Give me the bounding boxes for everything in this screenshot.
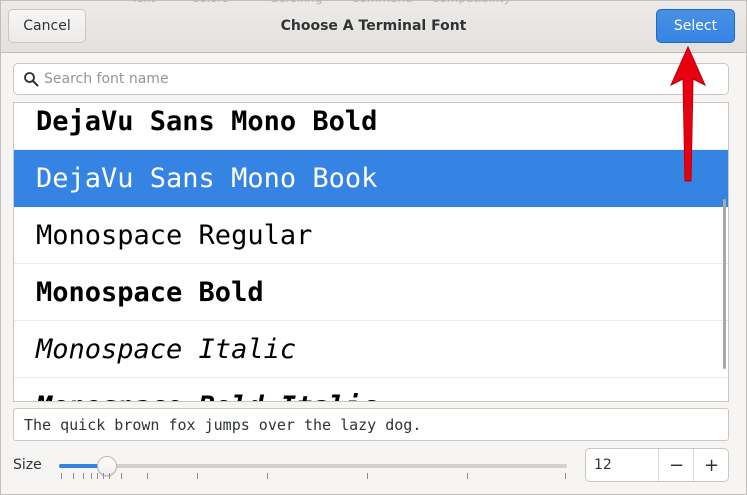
- slider-tick-mark: [565, 473, 566, 479]
- size-label: Size: [13, 457, 42, 473]
- slider-tick-mark: [91, 473, 92, 479]
- header-bar: Text Colors Scrolling Command Compatibil…: [1, 0, 746, 53]
- slider-tick-mark: [147, 473, 148, 479]
- slider-tick-mark: [83, 473, 84, 479]
- increase-size-button[interactable]: +: [693, 449, 728, 481]
- slider-tick-mark: [61, 473, 62, 479]
- preview-field[interactable]: [13, 408, 729, 441]
- slider-tick-mark: [109, 473, 110, 479]
- size-slider[interactable]: [59, 456, 567, 482]
- slider-tick-mark: [73, 473, 74, 479]
- font-list-item[interactable]: DejaVu Sans Mono Book: [14, 150, 728, 207]
- slider-tick-mark: [367, 473, 368, 479]
- slider-tick-mark: [467, 473, 468, 479]
- size-spinbutton[interactable]: − +: [585, 448, 729, 482]
- font-chooser-dialog: Text Colors Scrolling Command Compatibil…: [0, 0, 747, 495]
- search-input[interactable]: [44, 64, 714, 94]
- font-list-item[interactable]: Monospace Italic: [14, 321, 728, 378]
- slider-tick-mark: [103, 473, 104, 479]
- slider-knob[interactable]: [97, 456, 117, 476]
- font-list-item[interactable]: Monospace Regular: [14, 207, 728, 264]
- decrease-size-button[interactable]: −: [658, 449, 694, 481]
- select-button[interactable]: Select: [656, 9, 735, 43]
- cancel-button[interactable]: Cancel: [8, 9, 86, 43]
- search-icon: [24, 72, 39, 87]
- font-list-scrollbar[interactable]: [723, 199, 726, 369]
- slider-tick-mark: [121, 473, 122, 479]
- font-list-item[interactable]: Monospace Bold Italic: [14, 378, 728, 402]
- slider-tick-mark: [97, 473, 98, 479]
- size-input[interactable]: [594, 449, 654, 481]
- font-list-item[interactable]: DejaVu Sans Mono Bold: [14, 103, 728, 150]
- background-window-tabs: Text Colors Scrolling Command Compatibil…: [1, 0, 746, 7]
- font-list-item[interactable]: Monospace Bold: [14, 264, 728, 321]
- dialog-title: Choose A Terminal Font: [280, 18, 467, 34]
- slider-trough: [59, 464, 567, 468]
- preview-text-input[interactable]: [24, 409, 714, 440]
- slider-tick-mark: [197, 473, 198, 479]
- search-field[interactable]: [13, 63, 729, 95]
- font-list[interactable]: Monospace Bold ItalicMonospace ItalicMon…: [13, 102, 729, 402]
- slider-tick-mark: [267, 473, 268, 479]
